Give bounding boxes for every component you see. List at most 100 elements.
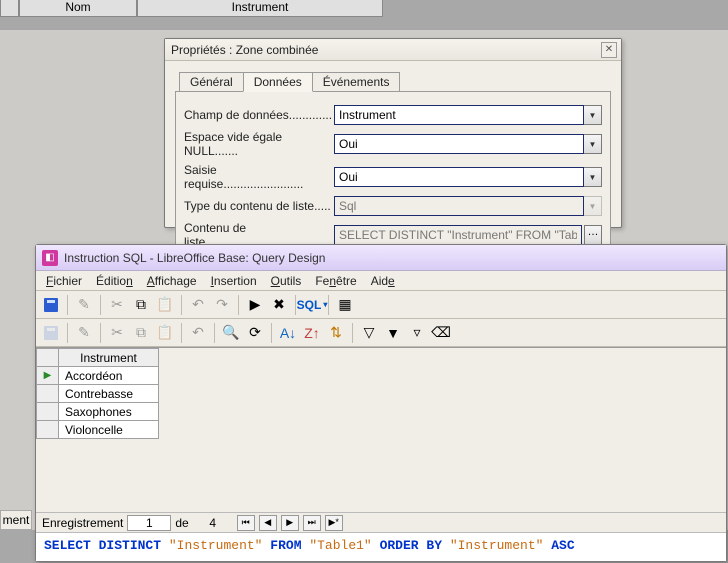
datafield-label: Champ de données............. xyxy=(184,108,334,122)
grid-cell[interactable]: Saxophones xyxy=(59,403,159,421)
find-icon[interactable]: 🔍 xyxy=(220,322,242,344)
column-header-instrument[interactable]: Instrument xyxy=(137,0,383,17)
menu-window[interactable]: Fenêtre xyxy=(315,274,356,288)
paste-icon: 📋 xyxy=(154,294,176,316)
row-header-corner xyxy=(0,0,19,17)
separator xyxy=(67,323,68,343)
tab-general[interactable]: Général xyxy=(179,72,244,92)
record-total: 4 xyxy=(193,516,233,530)
emptynull-input[interactable] xyxy=(334,134,584,154)
save-icon xyxy=(40,322,62,344)
menu-tools[interactable]: Outils xyxy=(271,274,302,288)
clear-query-icon[interactable]: ✖ xyxy=(268,294,290,316)
undo-icon: ↶ xyxy=(187,294,209,316)
cut-icon: ✂ xyxy=(106,294,128,316)
listtype-input xyxy=(334,196,584,216)
dropdown-icon[interactable]: ▼ xyxy=(584,167,602,187)
record-current[interactable]: 1 xyxy=(127,515,171,531)
menu-insert[interactable]: Insertion xyxy=(211,274,257,288)
tab-events[interactable]: Événements xyxy=(312,72,401,92)
dropdown-icon[interactable]: ▼ xyxy=(584,105,602,125)
undo-icon: ↶ xyxy=(187,322,209,344)
listcontent-input xyxy=(334,225,582,245)
nav-first-icon[interactable]: ⏮ xyxy=(237,515,255,531)
row-selector[interactable] xyxy=(37,385,59,403)
refresh-icon[interactable]: ⟳ xyxy=(244,322,266,344)
listtype-label: Type du contenu de liste..... xyxy=(184,199,334,213)
separator xyxy=(238,295,239,315)
nav-next-icon[interactable]: ▶ xyxy=(281,515,299,531)
dialog-title: Propriétés : Zone combinée xyxy=(171,43,318,57)
toolbar-1: ✎ ✂ ⧉ 📋 ↶ ↷ ▶ ✖ SQL ▦ xyxy=(36,291,726,319)
toolbar-2: ✎ ✂ ⧉ 📋 ↶ 🔍 ⟳ A↓ Z↑ ⇅ ▽ ▼ ▿ ⌫ xyxy=(36,319,726,347)
table-header-row: Nom Instrument xyxy=(0,0,728,30)
separator xyxy=(100,323,101,343)
separator xyxy=(67,295,68,315)
edit-icon: ✎ xyxy=(73,322,95,344)
row-selector[interactable] xyxy=(37,403,59,421)
separator xyxy=(181,295,182,315)
separator xyxy=(328,295,329,315)
sort-asc-icon[interactable]: A↓ xyxy=(277,322,299,344)
run-query-icon[interactable]: ▶ xyxy=(244,294,266,316)
menu-file[interactable]: FFichierichier xyxy=(46,274,82,288)
separator xyxy=(352,323,353,343)
required-input[interactable] xyxy=(334,167,584,187)
dialog-tab-panel: Champ de données............. ▼ Espace v… xyxy=(175,91,611,263)
standard-filter-icon[interactable]: ▿ xyxy=(406,322,428,344)
nav-last-icon[interactable]: ⏭ xyxy=(303,515,321,531)
datafield-input[interactable] xyxy=(334,105,584,125)
dropdown-icon: ▼ xyxy=(584,196,602,216)
copy-icon[interactable]: ⧉ xyxy=(130,294,152,316)
apply-filter-icon[interactable]: ▼ xyxy=(382,322,404,344)
save-icon[interactable] xyxy=(40,294,62,316)
edit-sql-button[interactable]: … xyxy=(584,225,602,245)
separator xyxy=(214,323,215,343)
row-selector[interactable] xyxy=(37,367,59,385)
menu-help[interactable]: Aide xyxy=(371,274,395,288)
sort-icon[interactable]: ⇅ xyxy=(325,322,347,344)
tab-data[interactable]: Données xyxy=(243,72,313,92)
dropdown-icon[interactable]: ▼ xyxy=(584,134,602,154)
grid-cell[interactable]: Violoncelle xyxy=(59,421,159,439)
grid-cell[interactable]: Contrebasse xyxy=(59,385,159,403)
grid-corner xyxy=(37,349,59,367)
separator xyxy=(181,323,182,343)
copy-icon: ⧉ xyxy=(130,322,152,344)
of-label: de xyxy=(175,516,188,530)
menu-edit[interactable]: Édition xyxy=(96,274,133,288)
grid-cell[interactable]: Accordéon xyxy=(59,367,159,385)
required-label: Saisie requise........................ xyxy=(184,163,334,191)
column-header-nom[interactable]: Nom xyxy=(19,0,137,17)
row-selector[interactable] xyxy=(37,421,59,439)
cut-icon: ✂ xyxy=(106,322,128,344)
dialog-tabs: Général Données Événements xyxy=(179,71,621,91)
autofilter-icon[interactable]: ▽ xyxy=(358,322,380,344)
window-titlebar[interactable]: ◧ Instruction SQL - LibreOffice Base: Qu… xyxy=(36,245,726,271)
partial-tab[interactable]: ment xyxy=(0,510,32,530)
blank-row xyxy=(0,17,728,31)
record-navbar: Enregistrement 1 de 4 ⏮ ◀ ▶ ⏭ ▶* xyxy=(36,512,726,532)
window-title: Instruction SQL - LibreOffice Base: Quer… xyxy=(64,251,325,265)
app-icon: ◧ xyxy=(42,250,58,266)
menubar: FFichierichier Édition Affichage Inserti… xyxy=(36,271,726,291)
dialog-titlebar[interactable]: Propriétés : Zone combinée ✕ xyxy=(165,39,621,61)
sort-desc-icon[interactable]: Z↑ xyxy=(301,322,323,344)
grid-column-header[interactable]: Instrument xyxy=(59,349,159,367)
menu-view[interactable]: Affichage xyxy=(147,274,197,288)
result-grid: Instrument Accordéon Contrebasse Saxopho… xyxy=(36,347,726,439)
paste-icon: 📋 xyxy=(154,322,176,344)
separator xyxy=(271,323,272,343)
sql-editor[interactable]: SELECT DISTINCT "Instrument" FROM "Table… xyxy=(36,532,726,561)
query-design-window: ◧ Instruction SQL - LibreOffice Base: Qu… xyxy=(35,244,727,562)
redo-icon: ↷ xyxy=(211,294,233,316)
edit-icon: ✎ xyxy=(73,294,95,316)
add-table-icon[interactable]: ▦ xyxy=(334,294,356,316)
nav-prev-icon[interactable]: ◀ xyxy=(259,515,277,531)
nav-new-icon[interactable]: ▶* xyxy=(325,515,343,531)
remove-filter-icon[interactable]: ⌫ xyxy=(430,322,452,344)
close-icon[interactable]: ✕ xyxy=(601,42,617,58)
separator xyxy=(100,295,101,315)
record-label: Enregistrement xyxy=(42,516,123,530)
sql-view-icon[interactable]: SQL xyxy=(301,294,323,316)
